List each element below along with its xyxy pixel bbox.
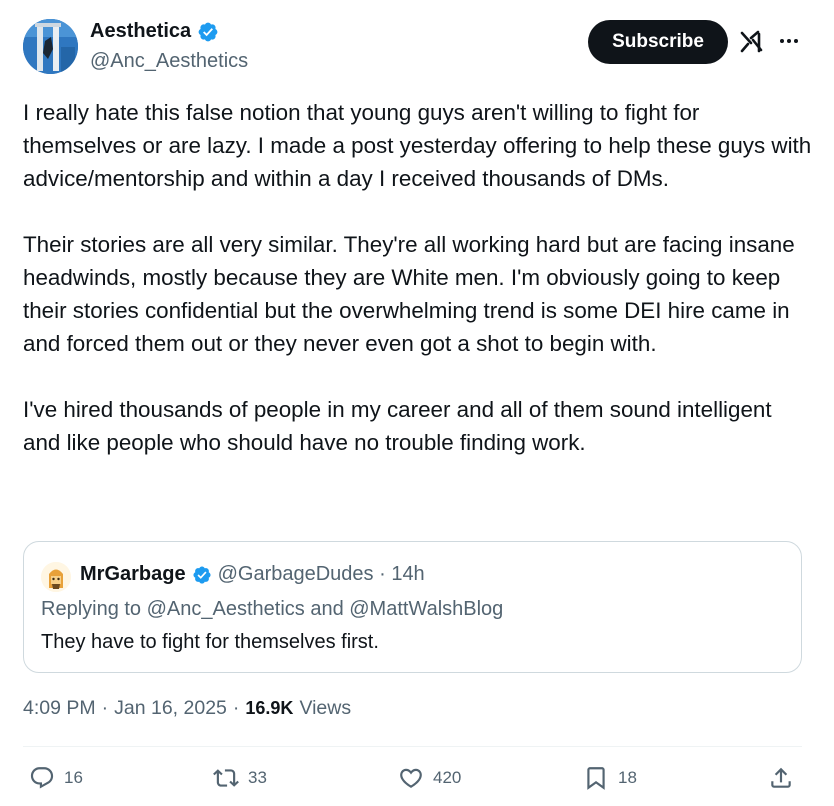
views-label: Views (299, 697, 352, 719)
bookmark-button[interactable]: 18 (583, 760, 637, 796)
author-avatar[interactable] (23, 19, 78, 74)
bookmark-count: 18 (618, 768, 637, 787)
share-button[interactable] (768, 760, 794, 796)
more-dot (780, 39, 784, 43)
quote-author-avatar (41, 562, 71, 592)
reply-icon (30, 767, 54, 789)
quote-text: They have to fight for themselves first. (41, 631, 379, 653)
bookmark-icon (587, 767, 605, 790)
tweet-time[interactable]: 4:09 PM (23, 697, 96, 720)
quote-replying-to: Replying to @Anc_Aesthetics and @MattWal… (41, 598, 504, 620)
subscribe-button[interactable]: Subscribe (588, 20, 728, 64)
quote-handle-time: @GarbageDudes · 14h (217, 563, 425, 585)
like-count: 420 (433, 768, 462, 787)
tweet-paragraph: Their stories are all very similar. They… (23, 232, 795, 356)
author-name-row: Aesthetica (90, 20, 219, 43)
tweet-paragraph: I've hired thousands of people in my car… (23, 397, 772, 455)
tweet-date[interactable]: Jan 16, 2025 (114, 697, 227, 720)
quote-display-name: MrGarbage (80, 563, 186, 585)
divider (23, 746, 802, 747)
grok-icon[interactable] (739, 29, 765, 55)
like-button[interactable]: 420 (398, 760, 461, 796)
meta-separator: · (101, 697, 109, 719)
retweet-icon (213, 769, 239, 787)
tweet-paragraph: I really hate this false notion that you… (23, 100, 812, 191)
heart-icon (400, 768, 422, 788)
tweet-text: I really hate this false notion that you… (23, 96, 813, 459)
verified-badge-icon (193, 565, 211, 584)
author-display-name[interactable]: Aesthetica (90, 20, 191, 43)
more-dot (794, 39, 798, 43)
quote-header: MrGarbage @GarbageDudes · 14h (80, 563, 425, 586)
quoted-tweet[interactable]: MrGarbage @GarbageDudes · 14h Replying t… (23, 541, 802, 673)
reply-button[interactable]: 16 (29, 760, 83, 796)
retweet-count: 33 (248, 768, 267, 787)
reply-count: 16 (64, 768, 83, 787)
views-count: 16.9K (245, 698, 294, 718)
more-dot (787, 39, 791, 43)
verified-badge-icon (198, 22, 218, 41)
author-handle[interactable]: @Anc_Aesthetics (90, 50, 248, 73)
retweet-button[interactable]: 33 (213, 760, 267, 796)
action-bar: 16 33 420 18 (0, 760, 834, 796)
more-icon[interactable] (776, 28, 802, 54)
meta-separator: · (232, 697, 240, 719)
tweet-meta: 4:09 PM · Jan 16, 2025 · 16.9K Views (23, 697, 351, 720)
share-icon (771, 767, 791, 788)
